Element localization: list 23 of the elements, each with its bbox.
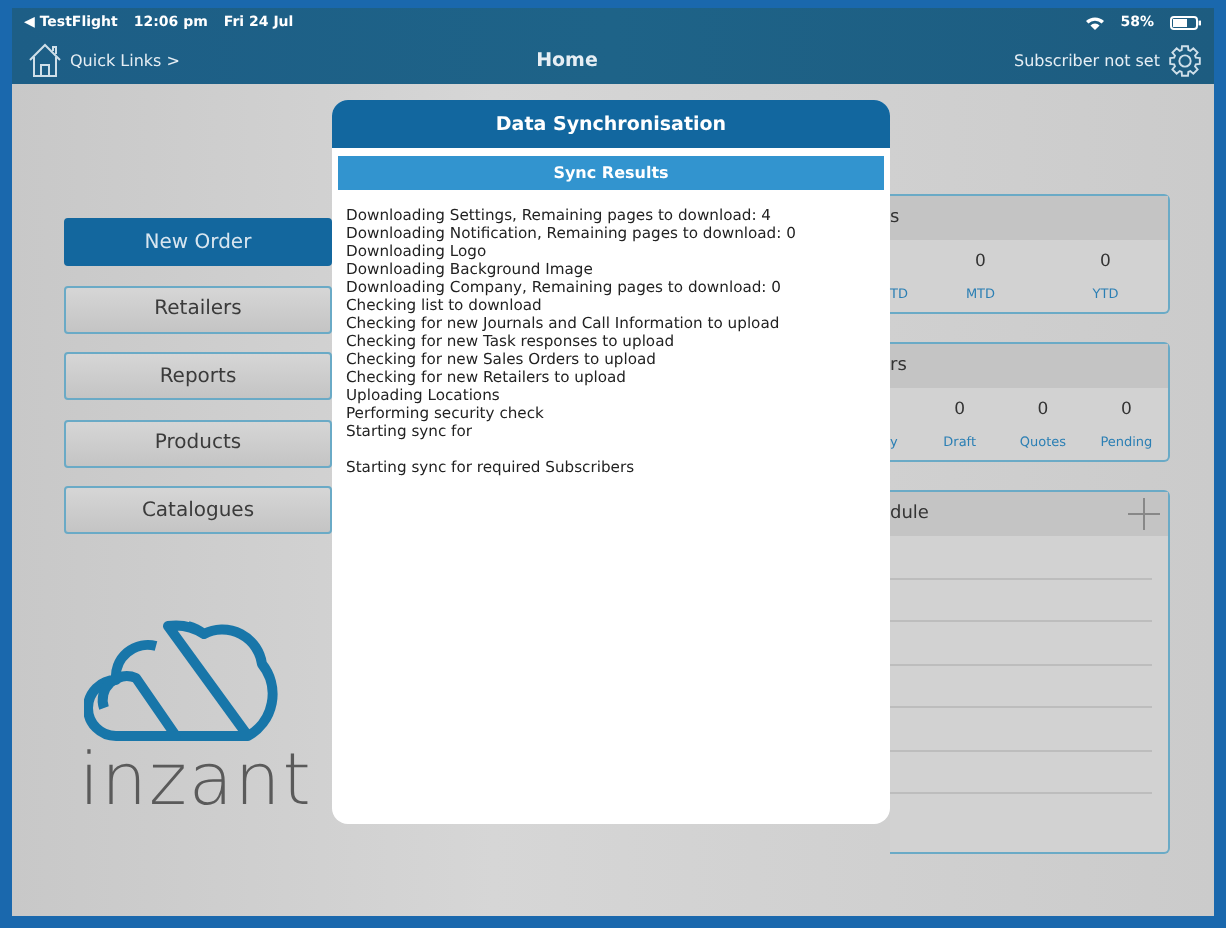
menu-button[interactable]: Products — [64, 419, 332, 467]
wifi-icon — [1086, 15, 1105, 29]
logo-text: inzant — [79, 741, 313, 821]
stat-value: 0 — [1037, 399, 1049, 419]
card-title: s — [890, 208, 902, 228]
menu-button[interactable]: Retailers — [64, 285, 332, 333]
stat-value: 0 — [975, 251, 986, 271]
dialog-title: Data Synchronisation — [332, 100, 890, 148]
stat-value: 0 — [954, 399, 966, 419]
stat-value: 0 — [1100, 251, 1111, 271]
quick-links-link[interactable]: Quick Links > — [70, 51, 180, 69]
menu-button[interactable]: New Order — [64, 218, 332, 266]
page-title: Home — [534, 49, 600, 71]
card-title: rs — [890, 356, 909, 376]
card-title: dule — [890, 504, 931, 524]
stat-value: 0 — [1120, 399, 1132, 419]
subscriber-label[interactable]: Subscriber not set — [1013, 51, 1160, 69]
settings-icon[interactable] — [1168, 43, 1202, 77]
menu-button[interactable]: Catalogues — [64, 486, 332, 534]
menu-button[interactable]: Reports — [64, 352, 332, 400]
dialog-subtitle: Sync Results — [338, 156, 884, 190]
battery-icon — [1170, 15, 1202, 29]
home-icon[interactable] — [28, 42, 62, 78]
